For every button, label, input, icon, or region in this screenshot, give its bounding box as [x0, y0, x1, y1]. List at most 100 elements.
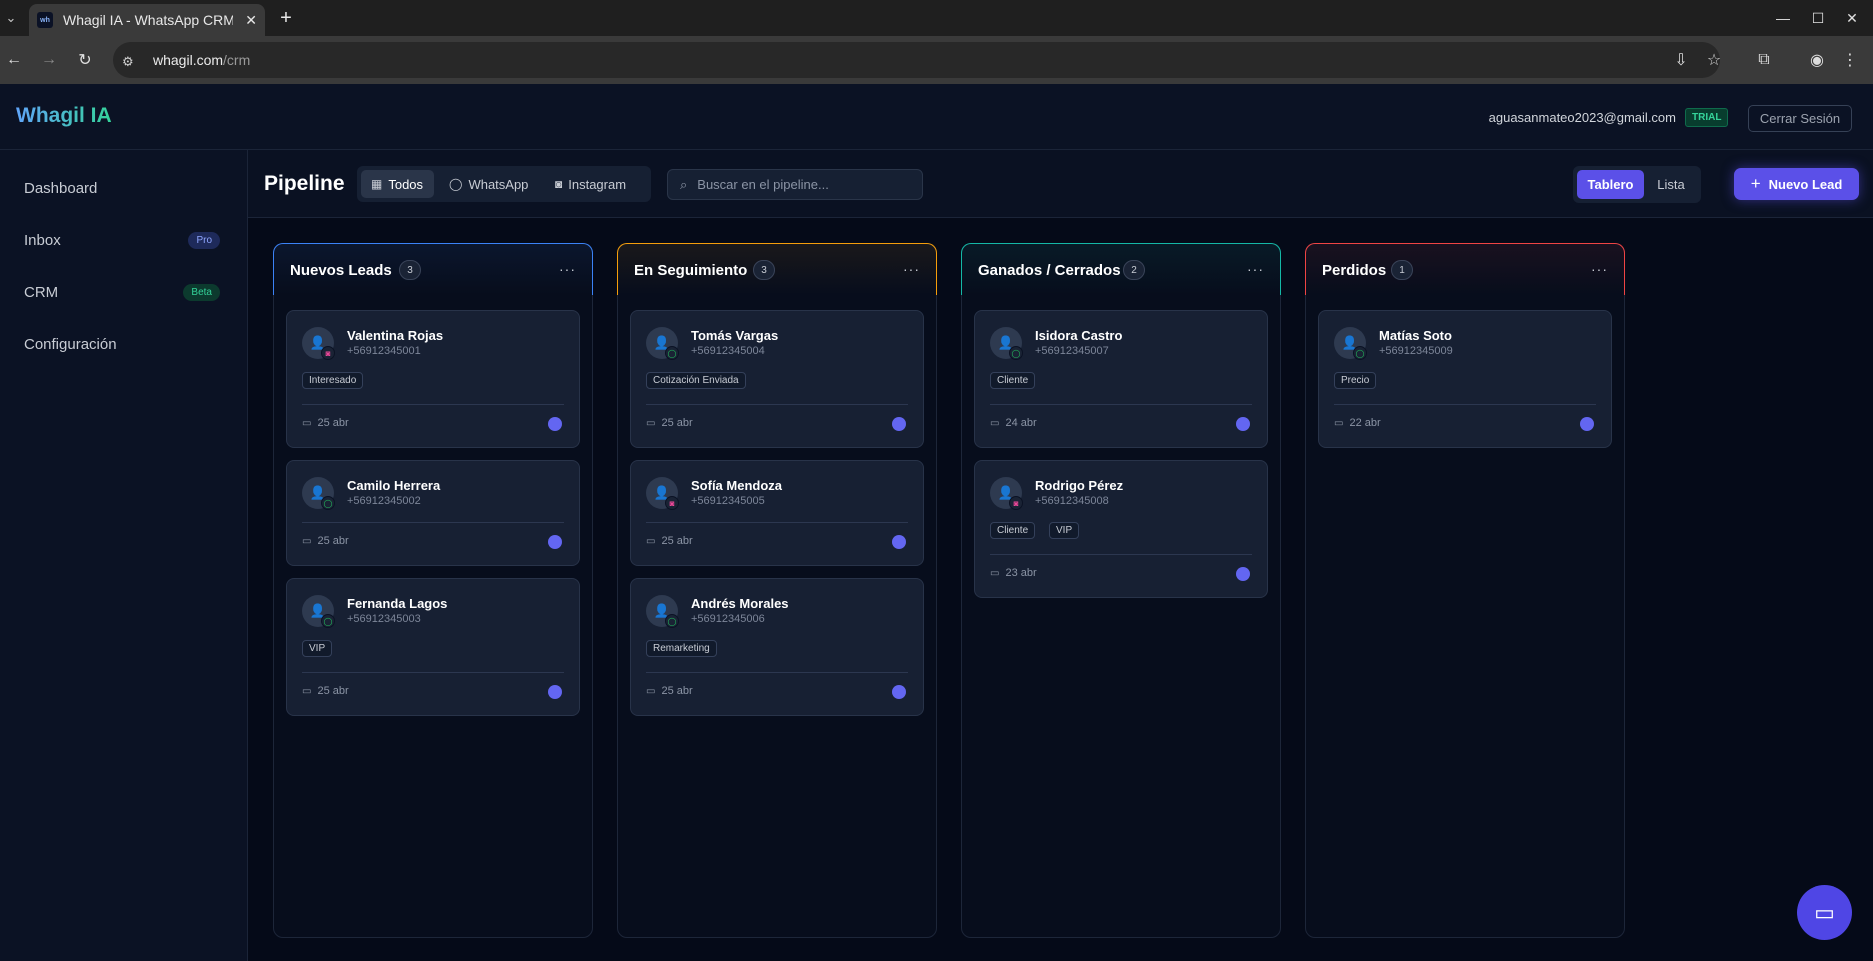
sidebar-item-configuracion[interactable]: Configuración — [24, 332, 220, 356]
whatsapp-icon: ◯ — [665, 346, 679, 360]
user-email: aguasanmateo2023@gmail.com — [1488, 110, 1676, 125]
column-header: Nuevos Leads 3 ··· — [273, 243, 593, 295]
logout-button[interactable]: Cerrar Sesión — [1748, 105, 1852, 132]
tab-close-icon[interactable]: ✕ — [245, 12, 257, 29]
sidebar-item-dashboard[interactable]: Dashboard — [24, 176, 220, 200]
column-menu-icon[interactable]: ··· — [559, 261, 576, 277]
lead-card[interactable]: 👤 ◯ Matías Soto +56912345009 Precio ▭ 22 abr — [1318, 310, 1612, 448]
filter-instagram[interactable]: ◙ Instagram — [545, 170, 637, 198]
lead-card[interactable]: 👤 ◙ Rodrigo Pérez +56912345008 Cliente VIP ▭ 23… — [974, 460, 1268, 598]
site-info-icon[interactable]: ⚙ — [122, 54, 134, 70]
calendar-icon: ▭ — [302, 417, 312, 429]
chat-bubble-icon: ▭ — [1814, 899, 1835, 925]
search-input[interactable] — [697, 177, 898, 192]
column-title: Perdidos — [1322, 262, 1387, 279]
lead-name: Andrés Morales — [691, 596, 789, 611]
calendar-icon: ▭ — [646, 417, 656, 429]
lead-date: ▭ 25 abr — [302, 685, 349, 697]
address-bar[interactable]: whagil.com/crm — [113, 42, 1720, 78]
lead-card[interactable]: 👤 ◯ Camilo Herrera +56912345002 ▭ 25 abr — [286, 460, 580, 566]
instagram-icon: ◙ — [1009, 496, 1023, 510]
reload-icon[interactable]: ↻ — [73, 48, 97, 72]
profile-icon[interactable]: ◉ — [1805, 48, 1829, 72]
calendar-icon: ▭ — [1334, 417, 1344, 429]
whatsapp-icon: ◯ — [321, 496, 335, 510]
lead-date-text: 24 abr — [1005, 417, 1037, 429]
browser-toolbar: ← → ↻ whagil.com/crm ⚙ ⇩ ☆ ⧉ ◉ ⋮ — [0, 36, 1873, 84]
minimize-icon[interactable]: — — [1771, 6, 1795, 30]
whatsapp-icon: ◯ — [1009, 346, 1023, 360]
column-header: Ganados / Cerrados 2 ··· — [961, 243, 1281, 295]
lead-card[interactable]: 👤 ◯ Fernanda Lagos +56912345003 VIP ▭ 25 abr — [286, 578, 580, 716]
bookmark-star-icon[interactable]: ☆ — [1702, 48, 1726, 72]
lead-tag: Precio — [1334, 372, 1377, 389]
lead-tag: Cliente — [990, 522, 1036, 539]
column-header: Perdidos 1 ··· — [1305, 243, 1625, 295]
sidebar-item-inbox[interactable]: Inbox Pro — [24, 228, 220, 252]
column-title: Ganados / Cerrados — [978, 262, 1121, 279]
lead-card[interactable]: 👤 ◯ Andrés Morales +56912345006 Remarketing ▭… — [630, 578, 924, 716]
search-box: ⌕ — [667, 169, 923, 200]
browser-menu-icon[interactable]: ⋮ — [1838, 48, 1862, 72]
column-count-badge: 3 — [399, 260, 421, 280]
lead-tag: Cotización Enviada — [646, 372, 746, 389]
view-lista-button[interactable]: Lista — [1646, 170, 1696, 199]
lead-date: ▭ 25 abr — [302, 535, 349, 547]
lead-date-text: 23 abr — [1005, 567, 1037, 579]
filter-todos[interactable]: ▦ Todos — [361, 170, 435, 198]
chat-bubble-icon: ◯ — [449, 177, 463, 191]
column-menu-icon[interactable]: ··· — [1247, 261, 1264, 277]
status-dot — [1236, 417, 1250, 431]
filter-whatsapp[interactable]: ◯ WhatsApp — [439, 170, 539, 198]
new-lead-button[interactable]: + Nuevo Lead — [1734, 168, 1859, 200]
column-count-badge: 2 — [1123, 260, 1145, 280]
column-menu-icon[interactable]: ··· — [1591, 261, 1608, 277]
status-dot — [892, 535, 906, 549]
lead-name: Rodrigo Pérez — [1035, 478, 1124, 493]
lead-name: Tomás Vargas — [691, 328, 779, 343]
pipeline-column: Perdidos 1 ··· 👤 ◯ Matías Soto +56912345009 Pre… — [1305, 243, 1625, 938]
new-tab-icon[interactable]: + — [274, 6, 298, 30]
browser-tab-bar: ⌄ wh Whagil IA - WhatsApp CRM ✕ + — ☐ ✕ — [0, 0, 1873, 36]
view-tablero-button[interactable]: Tablero — [1577, 170, 1644, 199]
app-header: Whagil IA aguasanmateo2023@gmail.com TRI… — [0, 84, 1873, 150]
card-divider — [1334, 404, 1596, 405]
column-menu-icon[interactable]: ··· — [903, 261, 920, 277]
status-dot — [548, 417, 562, 431]
lead-date: ▭ 22 abr — [1334, 417, 1381, 429]
tab-list-chevron-icon[interactable]: ⌄ — [0, 6, 22, 30]
lead-card[interactable]: 👤 ◯ Isidora Castro +56912345007 Cliente ▭ 24 a… — [974, 310, 1268, 448]
status-dot — [548, 685, 562, 699]
lead-card[interactable]: 👤 ◙ Valentina Rojas +56912345001 Interesado ▭… — [286, 310, 580, 448]
lead-phone: +56912345009 — [1379, 345, 1453, 357]
maximize-icon[interactable]: ☐ — [1806, 6, 1830, 30]
window-close-icon[interactable]: ✕ — [1840, 6, 1864, 30]
column-header: En Seguimiento 3 ··· — [617, 243, 937, 295]
filter-label: Todos — [388, 176, 424, 192]
app-logo[interactable]: Whagil IA — [16, 104, 112, 128]
browser-tab[interactable]: wh Whagil IA - WhatsApp CRM ✕ — [29, 4, 265, 36]
grid-icon: ▦ — [371, 177, 383, 191]
chat-support-button[interactable]: ▭ — [1797, 885, 1852, 940]
instagram-icon: ◙ — [555, 177, 563, 191]
lead-date: ▭ 25 abr — [646, 535, 693, 547]
status-dot — [892, 685, 906, 699]
pipeline-toolbar: Pipeline ▦ Todos ◯ WhatsApp ◙ Instagram … — [248, 150, 1873, 218]
sidebar-item-label: Dashboard — [24, 179, 98, 197]
lead-phone: +56912345002 — [347, 495, 421, 507]
sidebar-item-crm[interactable]: CRM Beta — [24, 280, 220, 304]
lead-date: ▭ 25 abr — [302, 417, 349, 429]
lead-card[interactable]: 👤 ◙ Sofía Mendoza +56912345005 ▭ 25 abr — [630, 460, 924, 566]
status-dot — [892, 417, 906, 431]
back-icon[interactable]: ← — [2, 48, 26, 72]
page-title: Pipeline — [264, 172, 345, 195]
lead-card[interactable]: 👤 ◯ Tomás Vargas +56912345004 Cotización Env… — [630, 310, 924, 448]
url-path: /crm — [223, 52, 251, 68]
install-app-icon[interactable]: ⇩ — [1669, 48, 1693, 72]
calendar-icon: ▭ — [990, 417, 1000, 429]
lead-tag: Cliente — [990, 372, 1036, 389]
extensions-icon[interactable]: ⧉ — [1752, 48, 1776, 72]
card-divider — [646, 672, 908, 673]
lead-date: ▭ 25 abr — [646, 685, 693, 697]
forward-icon[interactable]: → — [37, 48, 61, 72]
